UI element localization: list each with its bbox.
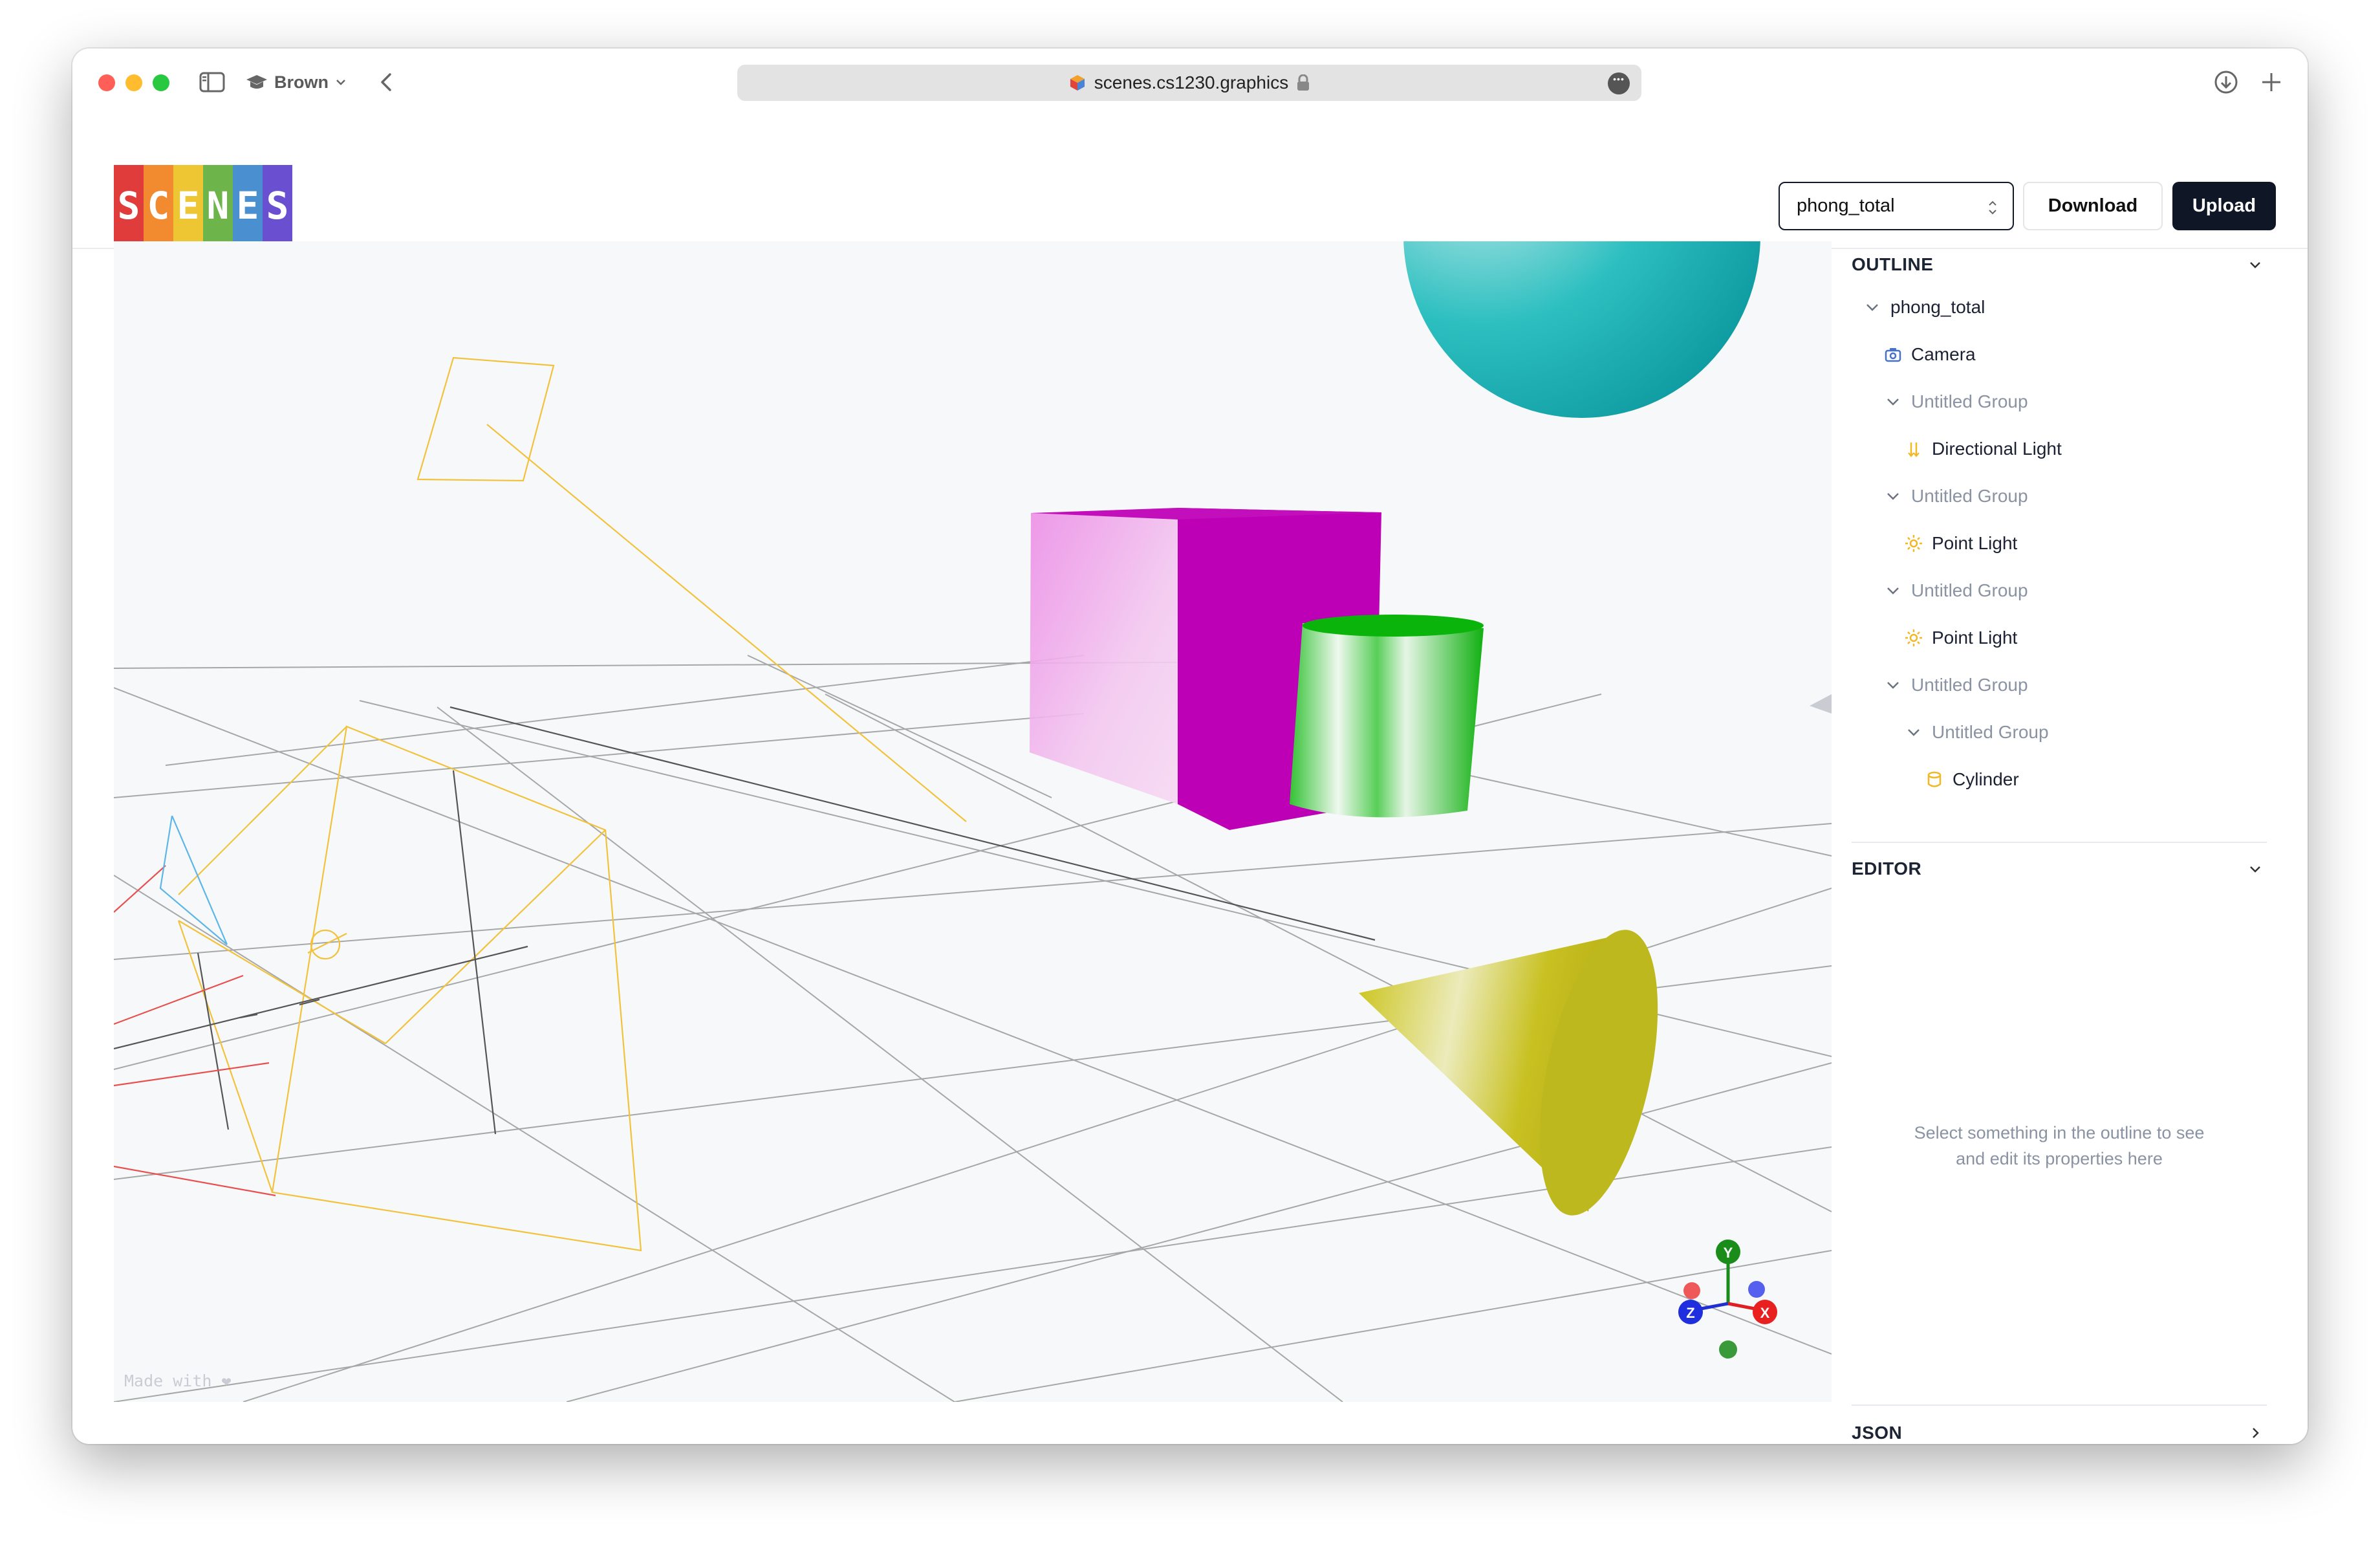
outline-item[interactable]: Point Light	[1905, 526, 2017, 561]
outline-item[interactable]: Untitled Group	[1884, 384, 2028, 419]
scene-canvas[interactable]: Y X Z	[114, 241, 1832, 1402]
outline-item[interactable]: Directional Light	[1905, 432, 2062, 466]
outline-header[interactable]: OUTLINE	[1852, 245, 2267, 284]
scene-select[interactable]: phong_total	[1779, 182, 2014, 230]
outline-item-label: Untitled Group	[1911, 486, 2028, 506]
sun-icon	[1905, 629, 1922, 646]
outline-item[interactable]: Camera	[1884, 337, 1976, 372]
editor-title: EDITOR	[1852, 858, 1922, 879]
editor-empty-line-1: Select something in the outline to see	[1914, 1123, 2205, 1142]
panel-collapse-arrow[interactable]	[1810, 694, 1832, 714]
url-text: scenes.cs1230.graphics	[1094, 72, 1289, 93]
profile-label: Brown	[274, 72, 329, 92]
outline-item[interactable]: phong_total	[1863, 290, 1985, 325]
zoom-window-button[interactable]	[153, 74, 169, 91]
outline-item[interactable]: Untitled Group	[1884, 479, 2028, 514]
red-axis-lines	[114, 865, 276, 1197]
editor-empty-line-2: and edit its properties here	[1956, 1149, 2163, 1168]
cylinder-icon	[1927, 771, 1942, 787]
chevron-down-icon[interactable]	[1884, 393, 1902, 411]
outline-item-label: Point Light	[1932, 533, 2018, 553]
chevron-down-icon	[336, 80, 345, 85]
logo-letter: E	[173, 165, 203, 246]
light-helper-wireframes	[177, 356, 967, 1252]
outline-item-label: Untitled Group	[1911, 391, 2028, 411]
outline-item[interactable]: Untitled Group	[1884, 573, 2028, 608]
profile-switcher[interactable]: Brown	[246, 68, 347, 96]
cone-mesh[interactable]	[1359, 919, 1680, 1225]
outline-item-label: Directional Light	[1932, 439, 2062, 459]
sun-icon	[1905, 535, 1922, 552]
cylinder-mesh[interactable]	[1290, 615, 1484, 818]
upload-button[interactable]: Upload	[2172, 182, 2276, 230]
close-window-button[interactable]	[98, 74, 115, 91]
editor-divider	[1852, 1404, 2267, 1406]
back-icon[interactable]	[374, 69, 400, 95]
chevron-down-icon[interactable]	[1905, 723, 1923, 741]
new-tab-icon[interactable]	[2258, 69, 2284, 95]
chevron-down-icon[interactable]	[1884, 676, 1902, 694]
scenes-logo[interactable]: SCENES	[114, 165, 292, 246]
outline-item[interactable]: Untitled Group	[1905, 715, 2049, 750]
gizmo-y-label: Y	[1724, 1245, 1733, 1261]
chevron-down-icon[interactable]	[1863, 298, 1881, 316]
sphere-mesh[interactable]	[1403, 241, 1760, 418]
lock-icon	[1297, 74, 1310, 91]
outline-item[interactable]: Point Light	[1905, 620, 2017, 655]
json-header[interactable]: JSON	[1852, 1414, 2267, 1444]
side-panel: OUTLINE phong_total Camera Untitled Group D…	[1852, 241, 2267, 1443]
logo-letter: C	[144, 165, 173, 246]
page-menu-icon[interactable]	[1608, 72, 1630, 94]
outline-item-label: Camera	[1911, 344, 1976, 364]
outline-divider	[1852, 842, 2267, 843]
camera-icon	[1885, 348, 1901, 362]
browser-window: Brown scenes.cs1230.graphics ••• S C E N…	[72, 49, 2308, 1444]
outline-title: OUTLINE	[1852, 254, 1934, 274]
gizmo-z-label: Z	[1686, 1305, 1694, 1321]
outline-item-label: Point Light	[1932, 628, 2018, 648]
json-title: JSON	[1852, 1423, 1903, 1443]
sidebar-toggle-icon[interactable]	[199, 72, 225, 93]
outline-item[interactable]: Cylinder	[1925, 762, 2019, 797]
chevron-down-icon[interactable]	[1884, 487, 1902, 505]
chevron-down-icon[interactable]	[1884, 582, 1902, 600]
scene-select-value: phong_total	[1797, 195, 1895, 216]
chevron-down-icon	[2250, 866, 2260, 873]
address-bar[interactable]: scenes.cs1230.graphics	[737, 65, 1641, 101]
outline-item-label: Untitled Group	[1932, 722, 2049, 742]
editor-empty-message: Select something in the outline to see a…	[1852, 1120, 2267, 1172]
logo-letter: S	[114, 165, 144, 246]
outline-item-label: phong_total	[1890, 297, 1985, 317]
graduation-cap-icon	[246, 75, 267, 89]
directional-light-icon	[1908, 443, 1920, 457]
downloads-icon[interactable]	[2213, 69, 2239, 95]
scene-viewport[interactable]: Y X Z Made with ❤	[114, 241, 1832, 1402]
outline-item-label: Untitled Group	[1911, 675, 2028, 695]
download-button[interactable]: Download	[2023, 182, 2163, 230]
made-with-credit[interactable]: Made with ❤	[124, 1372, 232, 1390]
logo-letter: N	[203, 165, 233, 246]
editor-header[interactable]: EDITOR	[1852, 849, 2267, 888]
browser-toolbar: Brown scenes.cs1230.graphics	[72, 49, 2308, 116]
app-header: SCENES phong_total Download Upload	[72, 116, 2308, 249]
outline-item[interactable]: Untitled Group	[1884, 668, 2028, 703]
chevron-down-icon	[2250, 262, 2260, 268]
cube-favicon-icon	[1070, 75, 1085, 91]
logo-letter: E	[233, 165, 263, 246]
gizmo-x-label: X	[1760, 1305, 1770, 1321]
select-caret-icon	[1989, 201, 1996, 215]
outline-item-label: Untitled Group	[1911, 580, 2028, 600]
axis-gizmo[interactable]: Y X Z	[1678, 1240, 1777, 1359]
chevron-right-icon	[2253, 1428, 2259, 1438]
outline-item-label: Cylinder	[1953, 769, 2019, 789]
minimize-window-button[interactable]	[125, 74, 142, 91]
logo-letter: S	[263, 165, 292, 246]
